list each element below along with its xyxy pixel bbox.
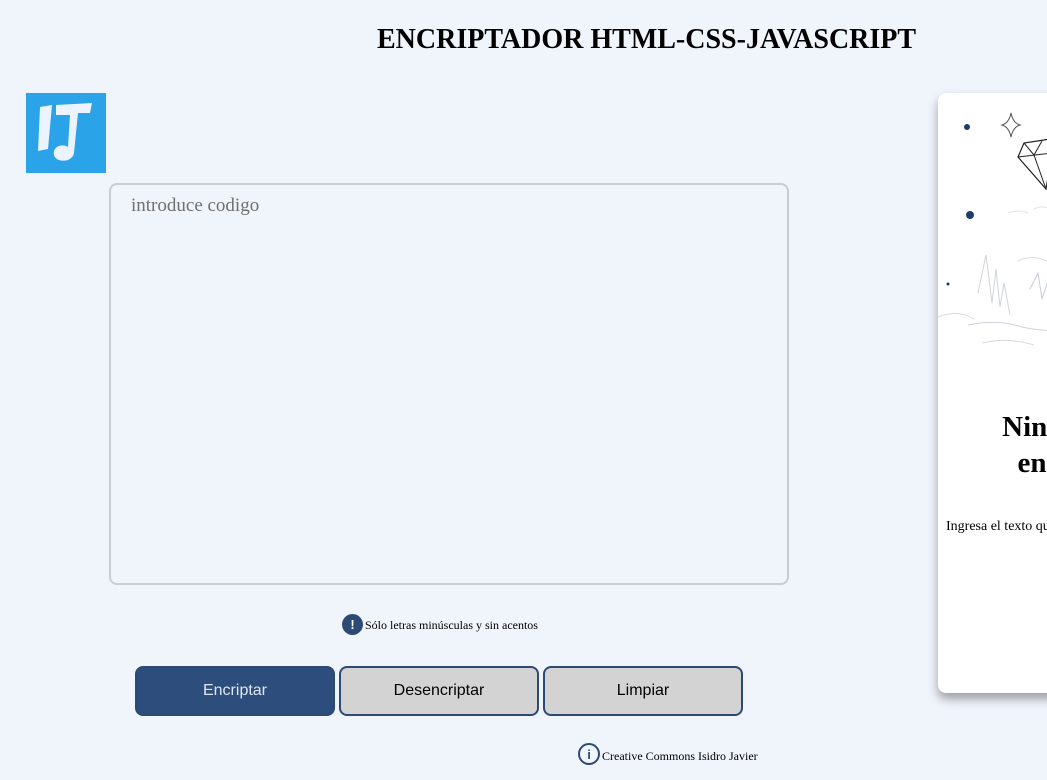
encrypt-button[interactable]: Encriptar: [135, 666, 335, 716]
result-heading-line2: en: [1017, 447, 1047, 479]
sparkle-icon: [1000, 112, 1022, 138]
star-dot: [964, 124, 970, 130]
info-icon[interactable]: i: [578, 743, 600, 765]
star-dot: [966, 211, 974, 219]
diamond-icon: [1017, 138, 1047, 191]
footer-credit: i Creative Commons Isidro Javier: [578, 743, 758, 765]
star-dot: [946, 282, 950, 286]
footer-text: Creative Commons Isidro Javier: [602, 749, 758, 763]
hint-text: Sólo letras minúsculas y sin acentos: [365, 618, 538, 632]
page-title: ENCRIPTADOR HTML-CSS-JAVASCRIPT: [377, 24, 917, 55]
result-panel: Ning en Ingresa el texto qu: [938, 93, 1047, 693]
message-input[interactable]: [109, 183, 789, 585]
page: ENCRIPTADOR HTML-CSS-JAVASCRIPT ! Sólo l…: [0, 0, 1047, 780]
exclamation-icon: !: [342, 614, 363, 635]
input-hint: ! Sólo letras minúsculas y sin acentos: [342, 614, 538, 635]
diamond-illustration: [938, 112, 1047, 346]
clear-button[interactable]: Limpiar: [543, 666, 743, 716]
brand-logo-icon[interactable]: [26, 93, 106, 173]
result-heading-line1: Ning: [1002, 411, 1047, 443]
result-heading: Ning en: [938, 409, 1047, 481]
decrypt-button[interactable]: Desencriptar: [339, 666, 539, 716]
result-message: Ingresa el texto qu: [946, 519, 1047, 534]
